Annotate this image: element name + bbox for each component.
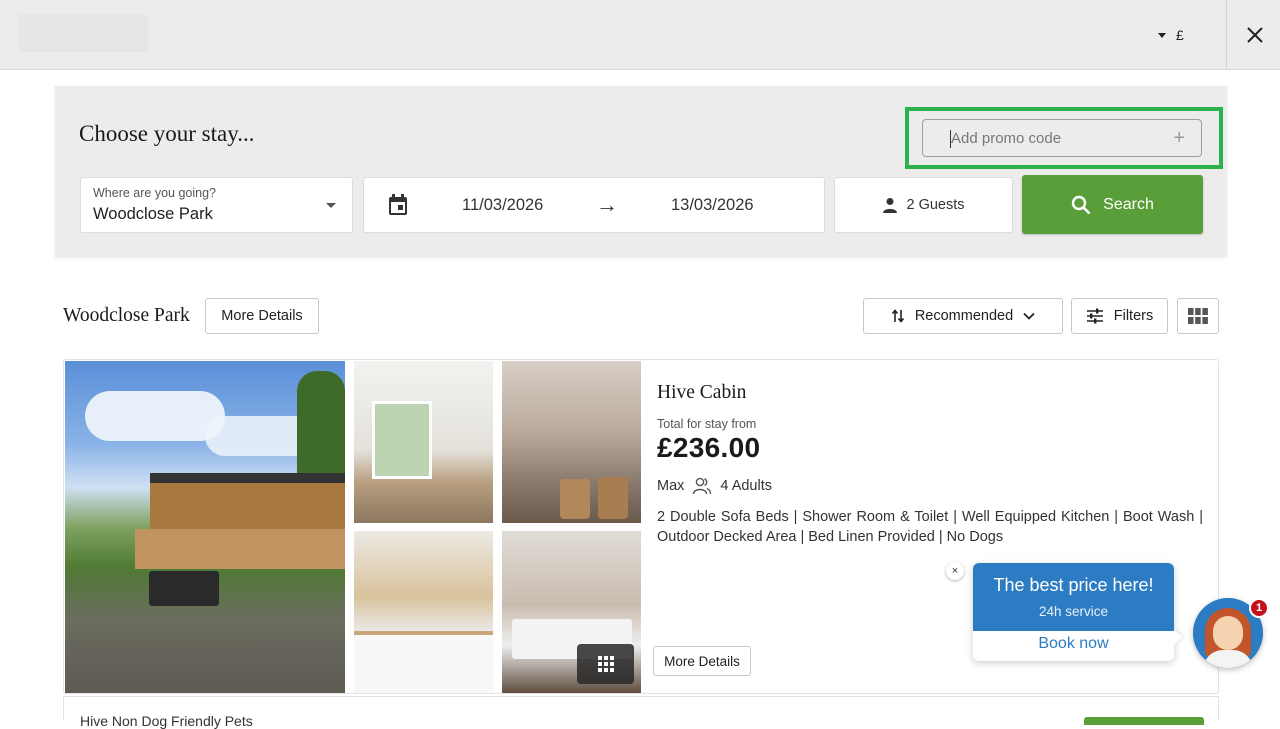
destination-value: Woodclose Park: [93, 205, 213, 223]
features-list: 2 Double Sofa Beds | Shower Room & Toile…: [657, 509, 1203, 545]
divider: [1226, 0, 1227, 70]
stool: [598, 477, 628, 519]
grid-view-button[interactable]: [1177, 298, 1219, 334]
cloud: [85, 391, 225, 441]
people-icon: [693, 477, 712, 495]
deck: [135, 529, 345, 569]
currency-selector[interactable]: £: [1158, 24, 1184, 46]
person-icon: [883, 198, 898, 213]
promo-headline: The best price here!: [993, 575, 1154, 595]
chat-bubble-close-button[interactable]: ×: [946, 562, 964, 580]
photo-dining-area[interactable]: [502, 361, 641, 523]
next-accommodation-card: Hive Non Dog Friendly Pets: [63, 696, 1219, 729]
top-bar: £: [0, 0, 1280, 70]
caret-down-icon: [1158, 32, 1166, 38]
calendar-icon: [388, 194, 408, 221]
max-label: Max: [657, 478, 685, 494]
filters-label: Filters: [1113, 308, 1154, 324]
unit-more-details-button[interactable]: More Details: [653, 646, 751, 676]
photo-kitchen[interactable]: [354, 531, 493, 693]
avatar-face: [1213, 616, 1243, 650]
notification-badge: 1: [1249, 598, 1269, 618]
window: [372, 401, 432, 479]
filters-button[interactable]: Filters: [1071, 298, 1168, 334]
guests-selector[interactable]: 2 Guests: [834, 177, 1013, 233]
search-button[interactable]: Search: [1022, 175, 1203, 234]
total-label: Total for stay from: [657, 417, 757, 431]
park-more-details-button[interactable]: More Details: [205, 298, 319, 334]
capacity-value: 4 Adults: [720, 478, 772, 494]
promo-subline: 24h service: [1038, 604, 1109, 619]
next-card-button[interactable]: [1084, 717, 1204, 725]
sliders-icon: [1086, 308, 1103, 324]
guests-label: 2 Guests: [906, 197, 965, 213]
close-button[interactable]: [1240, 20, 1270, 50]
gallery-button[interactable]: [577, 644, 634, 684]
park-title: Woodclose Park: [63, 305, 190, 326]
main-photo[interactable]: [65, 361, 345, 693]
sort-icon: [891, 309, 904, 323]
grid-icon: [1188, 308, 1208, 324]
panel-title: Choose your stay...: [79, 121, 255, 146]
destination-select[interactable]: Where are you going? Woodclose Park: [80, 177, 353, 233]
check-out-date[interactable]: 13/03/2026: [671, 196, 754, 215]
price: £236.00: [657, 432, 761, 463]
plus-icon[interactable]: +: [1173, 127, 1185, 150]
next-unit-name: Hive Non Dog Friendly Pets: [80, 713, 253, 729]
currency-symbol: £: [1176, 27, 1184, 43]
destination-label: Where are you going?: [93, 186, 216, 200]
chat-promo-bubble[interactable]: The best price here! 24h service Book no…: [973, 563, 1174, 661]
chevron-down-icon: [1023, 312, 1035, 320]
unit-name: Hive Cabin: [657, 382, 747, 403]
picnic-table: [149, 571, 219, 606]
search-label: Search: [1103, 195, 1154, 213]
search-icon: [1071, 195, 1091, 214]
date-range-picker[interactable]: 11/03/2026 → 13/03/2026: [363, 177, 825, 233]
text-cursor: [950, 130, 951, 148]
check-in-date[interactable]: 11/03/2026: [462, 196, 543, 215]
sort-label: Recommended: [914, 308, 1014, 324]
stool: [560, 479, 590, 519]
capacity-row: Max 4 Adults: [657, 477, 772, 495]
sort-dropdown[interactable]: Recommended: [863, 298, 1063, 334]
promo-code-input[interactable]: Add promo code +: [922, 119, 1202, 157]
close-icon: [1247, 27, 1263, 43]
photo-living-room[interactable]: [354, 361, 493, 523]
kitchen-cabinets: [354, 631, 493, 693]
book-now-link[interactable]: Book now: [973, 635, 1174, 653]
grid-icon: [597, 656, 614, 672]
search-panel: Choose your stay... Add promo code + Whe…: [55, 86, 1227, 257]
arrow-right-icon: →: [596, 192, 618, 217]
promo-bubble-header: The best price here! 24h service: [973, 563, 1174, 631]
promo-placeholder: Add promo code: [951, 129, 1062, 147]
chevron-down-icon: [326, 203, 336, 208]
site-logo[interactable]: [18, 14, 148, 52]
